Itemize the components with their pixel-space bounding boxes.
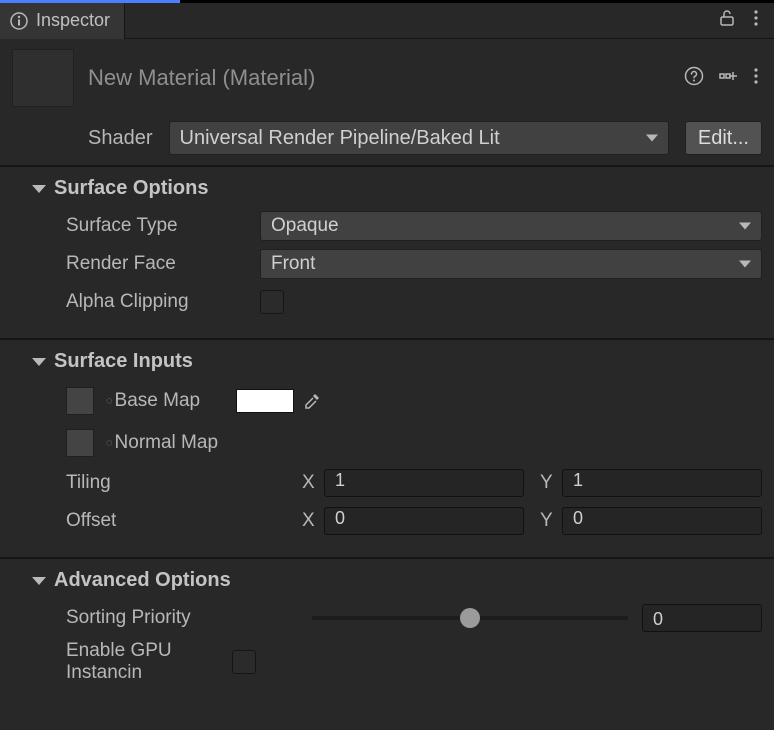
kebab-menu-icon[interactable]	[752, 67, 760, 90]
section-header[interactable]: Surface Options	[12, 177, 762, 200]
help-icon[interactable]	[684, 66, 704, 91]
target-icon[interactable]: ◌	[106, 395, 113, 407]
section-surface-inputs: Surface Inputs ◌ Base Map ◌ Normal Map T…	[0, 340, 774, 559]
target-icon[interactable]: ◌	[106, 437, 113, 449]
base-map-color[interactable]	[236, 389, 294, 413]
alpha-clipping-label: Alpha Clipping	[12, 291, 260, 313]
offset-x-input[interactable]: 0	[324, 507, 524, 535]
shader-label: Shader	[88, 127, 153, 150]
tiling-label: Tiling	[12, 472, 302, 494]
shader-dropdown[interactable]: Universal Render Pipeline/Baked Lit	[169, 121, 669, 155]
normal-map-label: Normal Map	[115, 432, 218, 454]
axis-x-label: X	[302, 510, 316, 532]
tiling-y-input[interactable]: 1	[562, 469, 762, 497]
alpha-clipping-checkbox[interactable]	[260, 290, 284, 314]
normal-map-texture-slot[interactable]	[66, 429, 94, 457]
section-title: Surface Options	[54, 177, 208, 200]
sorting-priority-input[interactable]: 0	[642, 604, 762, 632]
surface-type-dropdown[interactable]: Opaque	[260, 211, 762, 241]
base-map-texture-slot[interactable]	[66, 387, 94, 415]
gpu-instancing-checkbox[interactable]	[232, 650, 256, 674]
section-title: Surface Inputs	[54, 350, 193, 373]
axis-y-label: Y	[540, 472, 554, 494]
chevron-down-icon	[739, 223, 751, 230]
axis-x-label: X	[302, 472, 316, 494]
section-title: Advanced Options	[54, 569, 231, 592]
kebab-menu-icon[interactable]	[752, 9, 760, 32]
chevron-down-icon	[32, 185, 46, 193]
sorting-priority-label: Sorting Priority	[12, 607, 312, 629]
slider-thumb[interactable]	[460, 608, 480, 628]
material-header: New Material (Material) Shader Universal…	[0, 39, 774, 167]
surface-type-label: Surface Type	[12, 215, 260, 237]
gpu-instancing-label: Enable GPU Instancin	[12, 640, 232, 684]
chevron-down-icon	[646, 135, 658, 142]
material-preview[interactable]	[12, 49, 74, 107]
edit-button[interactable]: Edit...	[685, 121, 762, 155]
eyedropper-icon[interactable]	[302, 391, 322, 411]
tiling-x-input[interactable]: 1	[324, 469, 524, 497]
tab-title: Inspector	[36, 10, 110, 31]
chevron-down-icon	[739, 261, 751, 268]
section-header[interactable]: Surface Inputs	[12, 350, 762, 373]
base-map-label: Base Map	[115, 390, 201, 412]
chevron-down-icon	[32, 358, 46, 366]
preset-icon[interactable]	[718, 66, 738, 91]
info-icon	[10, 12, 28, 30]
tab-bar: Inspector	[0, 3, 774, 39]
offset-y-input[interactable]: 0	[562, 507, 762, 535]
offset-label: Offset	[12, 510, 302, 532]
section-header[interactable]: Advanced Options	[12, 569, 762, 592]
section-surface-options: Surface Options Surface Type Opaque Rend…	[0, 167, 774, 340]
sorting-priority-slider[interactable]	[312, 616, 628, 620]
shader-value: Universal Render Pipeline/Baked Lit	[180, 127, 500, 150]
lock-icon[interactable]	[718, 9, 736, 32]
section-advanced-options: Advanced Options Sorting Priority 0 Enab…	[0, 559, 774, 704]
render-face-label: Render Face	[12, 253, 260, 275]
material-name: New Material (Material)	[88, 65, 670, 91]
chevron-down-icon	[32, 577, 46, 585]
render-face-dropdown[interactable]: Front	[260, 249, 762, 279]
axis-y-label: Y	[540, 510, 554, 532]
inspector-tab[interactable]: Inspector	[0, 3, 125, 39]
